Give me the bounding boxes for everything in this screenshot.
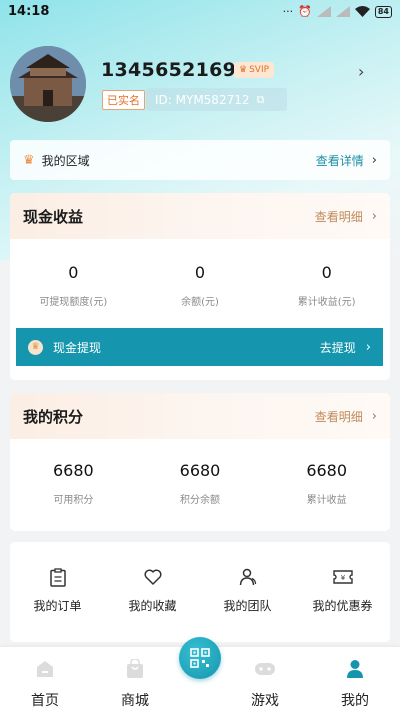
chevron-right-icon: › [371,408,377,424]
stat-label: 积分余额 [180,495,220,506]
nav-mine[interactable]: 我的 [315,647,395,710]
stat-label: 累计收益(元) [297,297,356,308]
nav-games[interactable]: 游戏 [225,647,305,710]
points-title: 我的积分 [23,407,84,426]
status-time: 14:18 [8,4,50,19]
qr-code-icon [190,648,210,668]
cash-earnings-title: 现金收益 [23,207,84,226]
wifi-icon [354,6,370,17]
points-stats: 6680 可用积分 6680 积分余额 6680 累计收益 [10,439,390,506]
stat-value: 0 [194,263,206,282]
battery-icon: 84 [374,5,392,18]
region-title: 我的区域 [41,153,90,168]
points-details-link[interactable]: 查看明细 [315,408,363,425]
chevron-right-icon: › [371,208,377,224]
cash-earnings-card: 现金收益 查看明细 › 0 可提现额度(元) 0 余额(元) 0 累计收益(元)… [10,193,390,380]
svg-text:¥: ¥ [340,574,345,582]
cash-details-link[interactable]: 查看明细 [315,208,363,225]
menu-item-team[interactable]: 我的团队 [200,566,295,614]
withdraw-link[interactable]: 去提现 [320,339,356,356]
chevron-right-icon: › [371,152,377,168]
signal-icon [335,6,350,17]
menu-label: 我的优惠券 [312,599,373,613]
stat-label: 可提现额度(元) [39,297,108,308]
cash-stat: 0 余额(元) [137,263,264,308]
home-icon [5,657,85,681]
nav-label: 游戏 [251,693,279,709]
nav-label: 商城 [121,693,149,709]
svip-badge: ♛ SVIP [234,62,275,78]
stat-label: 余额(元) [181,297,219,308]
nav-home[interactable]: 首页 [5,647,85,710]
my-region-bar[interactable]: ♛ 我的区域 查看详情 › [10,140,390,180]
nav-label: 首页 [31,693,59,709]
points-card: 我的积分 查看明细 › 6680 可用积分 6680 积分余额 6680 累计收… [10,393,390,531]
cash-stats: 0 可提现额度(元) 0 余额(元) 0 累计收益(元) [10,239,390,308]
cash-earnings-header: 现金收益 查看明细 › [10,193,390,239]
cash-stat: 0 累计收益(元) [263,263,390,308]
menu-label: 我的订单 [33,599,82,613]
nav-label: 我的 [341,693,369,709]
team-icon [200,566,295,588]
stat-value: 6680 [306,461,348,480]
avatar[interactable] [10,46,86,122]
menu-label: 我的收藏 [128,599,177,613]
coupon-icon: ¥ [295,566,390,588]
shopping-bag-icon [95,657,175,681]
quick-menu-card: 我的订单 我的收藏 我的团队 ¥ 我的优惠券 [10,542,390,642]
stat-label: 可用积分 [53,495,94,506]
chevron-right-icon: › [365,339,371,355]
menu-item-coupons[interactable]: ¥ 我的优惠券 [295,566,390,614]
status-bar: 14:18 ··· ⏰ 84 [0,0,400,26]
stat-value: 0 [321,263,332,282]
quick-menu: 我的订单 我的收藏 我的团队 ¥ 我的优惠券 [10,542,390,614]
nav-mall[interactable]: 商城 [95,647,175,710]
cash-withdraw-bar[interactable]: ♛ 现金提现 去提现 › [16,328,383,366]
signal-icon [316,6,331,17]
phone-number: 13456521698 [101,59,250,81]
menu-item-favorites[interactable]: 我的收藏 [105,566,200,614]
withdraw-title: 现金提现 [53,340,102,355]
cash-stat: 0 可提现额度(元) [10,263,137,308]
clipboard-icon [10,566,105,588]
menu-label: 我的团队 [223,599,272,613]
points-stat: 6680 可用积分 [10,461,137,506]
stat-label: 累计收益 [306,495,347,506]
crown-icon: ♛ [23,152,35,168]
points-stat: 6680 累计收益 [263,461,390,506]
coin-icon: ♛ [28,339,43,355]
user-id-text: ID: MYM582712 [155,92,250,107]
stat-value: 6680 [179,461,221,480]
heart-icon [105,566,200,588]
menu-item-orders[interactable]: 我的订单 [10,566,105,614]
crown-icon: ♛ [239,65,248,75]
verified-badge: 已实名 [102,90,145,110]
stat-value: 0 [68,263,79,282]
alarm-icon: ⏰ [298,5,312,18]
region-details-link[interactable]: 查看详情 [316,152,364,169]
user-id-box[interactable]: ID: MYM582712 ⧉ [146,88,287,111]
chevron-right-icon[interactable]: › [358,62,364,81]
avatar-image [10,46,86,122]
stat-value: 6680 [52,461,94,480]
user-icon [315,657,395,681]
points-stat: 6680 积分余额 [137,461,264,506]
copy-icon[interactable]: ⧉ [256,93,264,107]
gamepad-icon [225,657,305,681]
status-icons: ··· ⏰ 84 [283,5,392,18]
dots-icon: ··· [282,5,294,18]
svip-label: SVIP [249,65,270,75]
qr-code-button[interactable] [179,637,221,679]
points-header: 我的积分 查看明细 › [10,393,390,439]
